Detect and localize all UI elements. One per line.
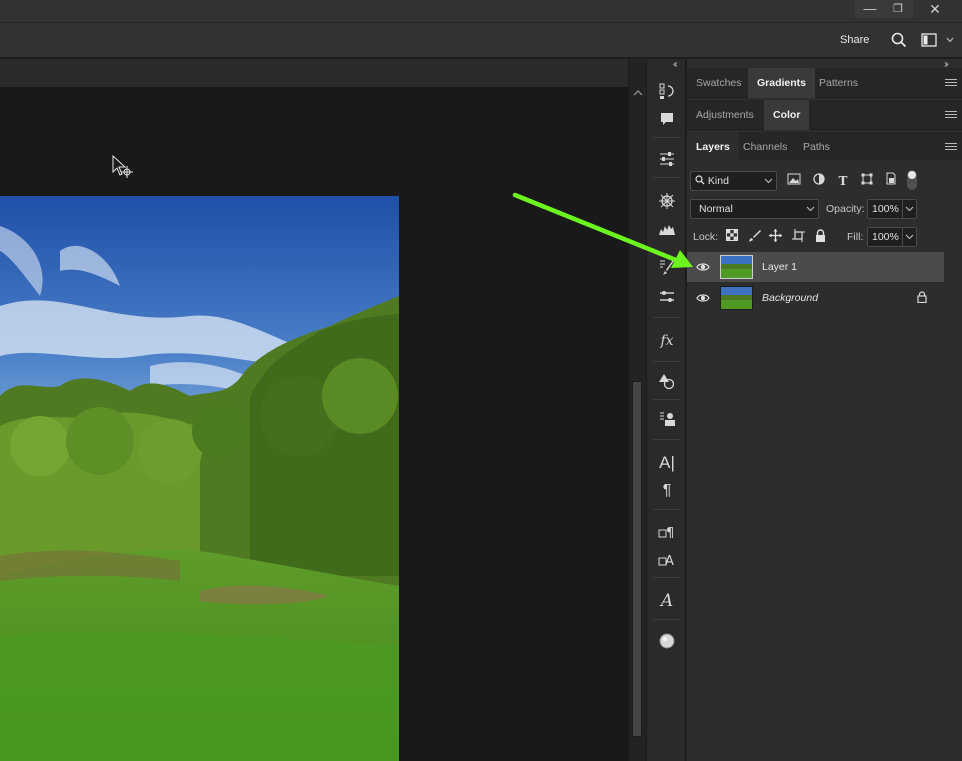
panel-group-layers: Layers Channels Paths — [687, 132, 962, 162]
scroll-up-icon[interactable] — [633, 89, 643, 100]
scrollbar-thumb[interactable] — [632, 381, 642, 737]
fill-value: 100% — [872, 231, 899, 243]
filter-kind-label: Kind — [707, 175, 729, 187]
layer-name: Layer 1 — [762, 261, 798, 273]
panel-menu-icon[interactable] — [945, 143, 957, 152]
lock-artboard-icon[interactable] — [790, 229, 806, 245]
chevron-down-icon — [806, 200, 815, 224]
comments-icon[interactable] — [655, 107, 679, 131]
eye-icon[interactable] — [696, 261, 710, 273]
share-button[interactable]: Share — [840, 34, 869, 46]
paragraph-icon[interactable]: ¶ — [655, 479, 679, 503]
tab-channels[interactable]: Channels — [734, 132, 796, 162]
character-icon[interactable]: A| — [655, 451, 679, 475]
panel-menu-icon[interactable] — [945, 111, 957, 120]
fill-field[interactable]: 100% — [867, 227, 917, 247]
search-icon — [695, 175, 705, 185]
panel-group-swatches: Swatches Gradients Patterns — [687, 68, 962, 98]
options-bar: Share — [0, 23, 962, 58]
move-cursor-icon — [112, 154, 138, 181]
libraries-icon[interactable] — [655, 407, 679, 431]
tab-adjustments[interactable]: Adjustments — [687, 100, 763, 130]
shapes-icon[interactable] — [655, 369, 679, 393]
document-tab-strip — [0, 59, 628, 87]
tab-gradients[interactable]: Gradients — [748, 68, 816, 98]
canvas-image[interactable] — [0, 196, 399, 761]
opacity-label: Opacity: — [826, 203, 865, 215]
filter-toggle[interactable] — [907, 170, 917, 190]
filter-kind-select[interactable]: Kind — [690, 171, 777, 191]
workspace-icon[interactable] — [920, 31, 940, 51]
lock-position-icon[interactable] — [767, 229, 783, 245]
svg-text:A: A — [665, 554, 674, 568]
chevron-down-icon[interactable] — [945, 35, 957, 47]
lock-transparent-icon[interactable] — [724, 229, 740, 245]
collapse-left-icon[interactable]: ‹‹ — [673, 59, 677, 70]
paragraph-styles-icon[interactable]: ¶ — [655, 519, 679, 543]
history-icon[interactable] — [655, 79, 679, 103]
panel-menu-icon[interactable] — [945, 79, 957, 88]
type-filter-icon[interactable]: T — [834, 172, 852, 190]
pixel-filter-icon[interactable] — [785, 172, 803, 190]
histogram-icon[interactable] — [655, 217, 679, 241]
layers-panel: Kind T Normal Opacity: 100% Lock: Fill: … — [687, 160, 962, 761]
adjustments-sliders-icon[interactable] — [655, 147, 679, 171]
layer-name: Background — [762, 292, 819, 304]
navigator-wheel-icon[interactable] — [655, 189, 679, 213]
minimize-button[interactable]: — — [855, 0, 885, 18]
chevron-down-icon[interactable] — [902, 200, 916, 218]
chevron-down-icon[interactable] — [902, 228, 916, 246]
character-styles-icon[interactable]: A — [655, 547, 679, 571]
right-panel-dock: ›› Swatches Gradients Patterns Adjustmen… — [687, 59, 962, 761]
chevron-down-icon — [764, 172, 773, 196]
lock-all-icon[interactable] — [812, 229, 828, 245]
panel-icon-strip: ‹‹ fx A| ¶ ¶ A A — [646, 59, 686, 761]
opacity-value: 100% — [872, 203, 899, 215]
lock-label: Lock: — [693, 231, 719, 243]
blend-mode-select[interactable]: Normal — [690, 199, 819, 219]
lock-icon[interactable] — [917, 291, 929, 305]
svg-text:¶: ¶ — [666, 526, 674, 540]
layer-thumbnail — [720, 255, 753, 279]
landscape-photo — [0, 196, 399, 761]
brush-settings-icon[interactable] — [655, 255, 679, 279]
tab-paths[interactable]: Paths — [794, 132, 839, 162]
eye-icon[interactable] — [696, 292, 710, 304]
opacity-field[interactable]: 100% — [867, 199, 917, 219]
blend-mode-label: Normal — [699, 203, 733, 215]
title-bar: — ❐ ✕ — [0, 0, 962, 23]
glyphs-icon[interactable]: A — [655, 589, 679, 613]
properties-icon[interactable] — [655, 285, 679, 309]
tab-layers[interactable]: Layers — [687, 132, 739, 162]
tab-patterns[interactable]: Patterns — [810, 68, 867, 98]
tab-color[interactable]: Color — [764, 100, 810, 130]
layer-row-layer-1[interactable]: Layer 1 — [687, 252, 944, 282]
adjustment-filter-icon[interactable] — [810, 172, 828, 190]
search-icon[interactable] — [890, 31, 910, 51]
fill-label: Fill: — [847, 231, 864, 243]
lock-pixels-icon[interactable] — [746, 229, 762, 245]
layer-thumbnail — [720, 286, 753, 310]
shape-filter-icon[interactable] — [858, 172, 876, 190]
panel-group-adjustments: Adjustments Color — [687, 100, 962, 130]
fx-styles-icon[interactable]: fx — [655, 329, 679, 353]
tab-swatches[interactable]: Swatches — [687, 68, 751, 98]
layer-row-background[interactable]: Background — [687, 283, 944, 313]
close-button[interactable]: ✕ — [911, 0, 959, 18]
smart-object-filter-icon[interactable] — [882, 172, 900, 190]
vertical-scrollbar[interactable] — [628, 59, 646, 761]
materials-sphere-icon[interactable] — [655, 629, 679, 653]
restore-button[interactable]: ❐ — [883, 0, 913, 18]
